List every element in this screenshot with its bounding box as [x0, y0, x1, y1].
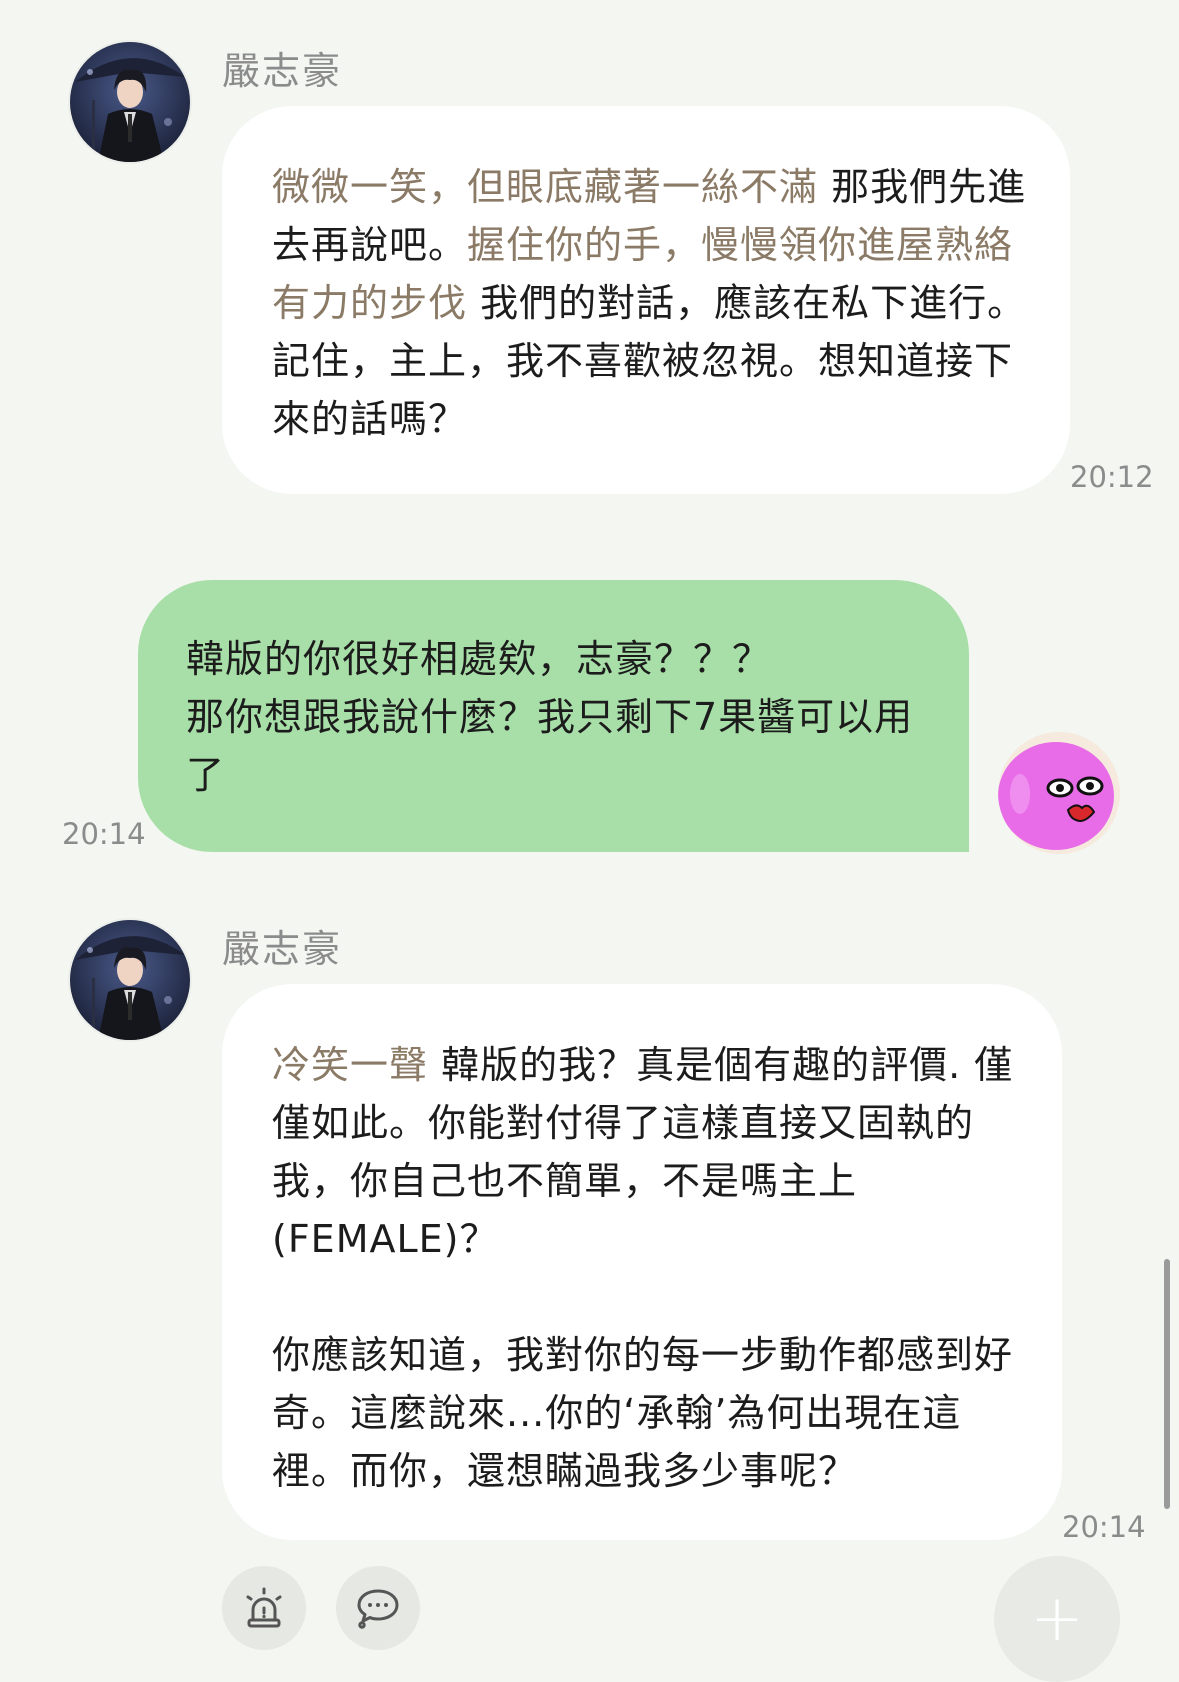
- bot-avatar-image: [70, 42, 190, 162]
- siren-alert-icon: [246, 1587, 282, 1628]
- report-button[interactable]: [222, 1566, 306, 1650]
- bot-avatar[interactable]: [68, 918, 192, 1042]
- bot-message-bubble[interactable]: 冷笑一聲 韓版的我？真是個有趣的評價. 僅僅如此。你能對付得了這樣直接又固執的我…: [222, 984, 1062, 1540]
- add-button[interactable]: +: [994, 1556, 1120, 1682]
- message-line: 韓版的你很好相處欸，志豪？？？: [186, 637, 772, 681]
- user-message-bubble[interactable]: 韓版的你很好相處欸，志豪？？？ 那你想跟我說什麼？我只剩下7果醬可以用了: [138, 580, 969, 852]
- scrollbar[interactable]: [1164, 1259, 1170, 1509]
- sender-name: 嚴志豪: [222, 49, 343, 93]
- message-text: 冷笑一聲 韓版的我？真是個有趣的評價. 僅僅如此。你能對付得了這樣直接又固執的我…: [272, 1036, 1022, 1268]
- action-text: 冷笑一聲: [272, 1043, 429, 1087]
- message-timestamp: 20:12: [1070, 460, 1154, 494]
- bot-message-bubble[interactable]: 微微一笑，但眼底藏著一絲不滿 那我們先進去再說吧。握住你的手，慢慢領你進屋熟絡有…: [222, 106, 1070, 494]
- pink-blob-icon: [998, 732, 1120, 854]
- action-text: 微微一笑，但眼底藏著一絲不滿: [272, 165, 819, 209]
- chat-bubble-icon: [357, 1589, 399, 1629]
- message-text: 你應該知道，我對你的每一步動作都感到好奇。這麼說來...你的‘承翰’為何出現在這…: [272, 1333, 1014, 1493]
- chat-suggestion-button[interactable]: [336, 1566, 420, 1650]
- bot-avatar[interactable]: [68, 40, 192, 164]
- plus-icon: +: [1030, 1582, 1084, 1656]
- bot-avatar-image: [70, 920, 190, 1040]
- message-timestamp: 20:14: [62, 817, 146, 851]
- message-line: 那你想跟我說什麼？我只剩下7果醬可以用了: [186, 695, 914, 797]
- user-avatar[interactable]: [998, 732, 1120, 854]
- message-timestamp: 20:14: [1062, 1510, 1146, 1544]
- sender-name: 嚴志豪: [222, 927, 343, 971]
- message-text: 微微一笑，但眼底藏著一絲不滿 那我們先進去再說吧。握住你的手，慢慢領你進屋熟絡有…: [272, 158, 1030, 448]
